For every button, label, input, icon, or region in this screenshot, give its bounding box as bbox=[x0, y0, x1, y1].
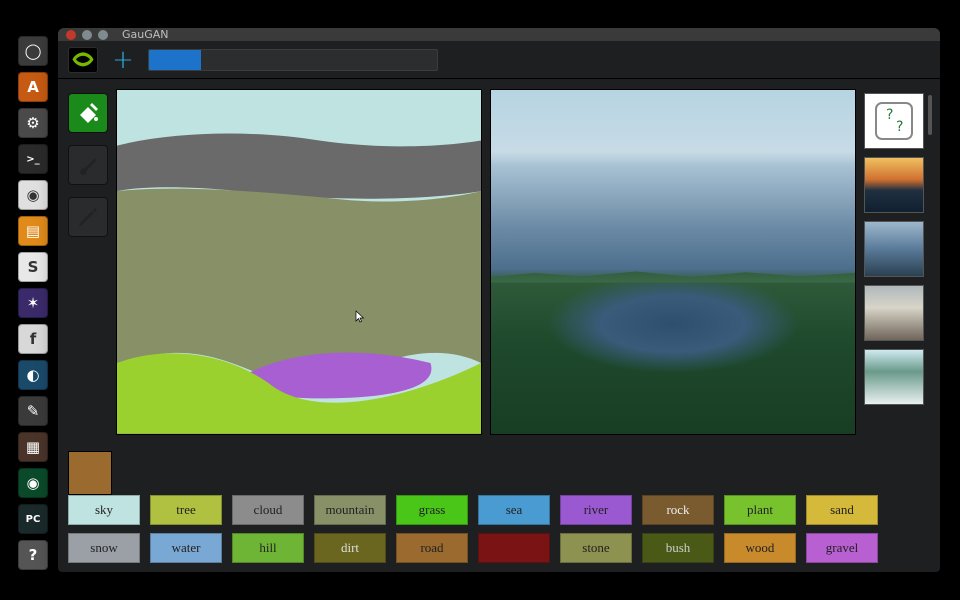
palette-grid: skytree cloud mountain grass sea river rockpla… bbox=[68, 495, 878, 563]
output-canvas bbox=[490, 89, 856, 435]
swatch-cloud[interactable]: cloud bbox=[232, 495, 304, 525]
swatch-gravel[interactable]: gravel bbox=[806, 533, 878, 563]
launcher-chrome[interactable]: ◉ bbox=[18, 180, 48, 210]
swatch-river[interactable]: river bbox=[560, 495, 632, 525]
style-blue-mountains-thumb[interactable] bbox=[864, 221, 924, 277]
swatch-flower[interactable]: flower bbox=[478, 533, 550, 563]
random-style-thumb[interactable]: ?? bbox=[864, 93, 924, 149]
swatch-wood[interactable]: wood bbox=[724, 533, 796, 563]
palette-area: skytree cloud mountain grass sea river rockpla… bbox=[58, 441, 940, 575]
launcher-gimp[interactable]: ✎ bbox=[18, 396, 48, 426]
swatch-road[interactable]: road bbox=[396, 533, 468, 563]
swatch-plant[interactable]: plant bbox=[724, 495, 796, 525]
launcher-settings[interactable]: ⚙ bbox=[18, 108, 48, 138]
launcher-sublime[interactable]: ▤ bbox=[18, 216, 48, 246]
swatch-tree[interactable]: tree bbox=[150, 495, 222, 525]
swatch-rock[interactable]: rock bbox=[642, 495, 714, 525]
os-launcher: ◯ A ⚙ >_ ◉ ▤ S ✶ f ◐ ✎ ▦ ◉ PC? bbox=[18, 36, 48, 570]
style-scrollbar[interactable] bbox=[928, 95, 932, 135]
progress-fill bbox=[149, 50, 201, 70]
launcher-ubuntu-dash[interactable]: ◯ bbox=[18, 36, 48, 66]
launcher-app-x[interactable]: ✶ bbox=[18, 288, 48, 318]
close-dot[interactable] bbox=[66, 30, 76, 40]
maximize-dot[interactable] bbox=[98, 30, 108, 40]
swatch-dirt[interactable]: dirt bbox=[314, 533, 386, 563]
workspace: ?? bbox=[58, 79, 940, 441]
swatch-hill[interactable]: hill bbox=[232, 533, 304, 563]
style-cloudy-sky-thumb[interactable] bbox=[864, 285, 924, 341]
segmentation-svg bbox=[117, 90, 481, 434]
launcher-fonts[interactable]: f bbox=[18, 324, 48, 354]
top-toolbar: + bbox=[58, 41, 940, 79]
minimize-dot[interactable] bbox=[82, 30, 92, 40]
launcher-app-misc2[interactable]: ◉ bbox=[18, 468, 48, 498]
new-button[interactable]: + bbox=[108, 45, 138, 75]
launcher-terminal[interactable]: >_ bbox=[18, 144, 48, 174]
launcher-app-a[interactable]: A bbox=[18, 72, 48, 102]
launcher-browser[interactable]: ◐ bbox=[18, 360, 48, 390]
swatch-grass[interactable]: grass bbox=[396, 495, 468, 525]
current-color-swatch[interactable] bbox=[68, 451, 112, 495]
generated-image bbox=[491, 90, 855, 434]
style-river-rapids-thumb[interactable] bbox=[864, 349, 924, 405]
svg-text:?: ? bbox=[886, 107, 893, 123]
brush-icon bbox=[76, 153, 100, 177]
style-column: ?? bbox=[864, 89, 930, 435]
launcher-app-misc1[interactable]: ▦ bbox=[18, 432, 48, 462]
fill-tool-button[interactable] bbox=[68, 93, 108, 133]
launcher-slack[interactable]: S bbox=[18, 252, 48, 282]
swatch-mountain[interactable]: mountain bbox=[314, 495, 386, 525]
canvas-pair bbox=[116, 89, 856, 435]
nvidia-logo-icon bbox=[68, 47, 98, 73]
svg-text:?: ? bbox=[896, 119, 903, 135]
cursor-icon bbox=[355, 310, 365, 324]
brush-tool-button[interactable] bbox=[68, 145, 108, 185]
segmentation-canvas[interactable] bbox=[116, 89, 482, 435]
style-sunset-lake-thumb[interactable] bbox=[864, 157, 924, 213]
swatch-bush[interactable]: bush bbox=[642, 533, 714, 563]
progress-bar[interactable] bbox=[148, 49, 438, 71]
swatch-water[interactable]: water bbox=[150, 533, 222, 563]
swatch-sea[interactable]: sea bbox=[478, 495, 550, 525]
dice-icon: ?? bbox=[872, 99, 916, 143]
window-title: GauGAN bbox=[122, 28, 169, 41]
pencil-icon bbox=[76, 205, 100, 229]
launcher-help[interactable]: ? bbox=[18, 540, 48, 570]
app-window: GauGAN + bbox=[58, 28, 940, 572]
pencil-tool-button[interactable] bbox=[68, 197, 108, 237]
titlebar: GauGAN bbox=[58, 28, 940, 41]
launcher-pycharm[interactable]: PC bbox=[18, 504, 48, 534]
swatch-snow[interactable]: snow bbox=[68, 533, 140, 563]
swatch-sky[interactable]: sky bbox=[68, 495, 140, 525]
swatch-sand[interactable]: sand bbox=[806, 495, 878, 525]
bucket-icon bbox=[76, 101, 100, 125]
tool-column bbox=[68, 89, 108, 435]
swatch-stone[interactable]: stone bbox=[560, 533, 632, 563]
